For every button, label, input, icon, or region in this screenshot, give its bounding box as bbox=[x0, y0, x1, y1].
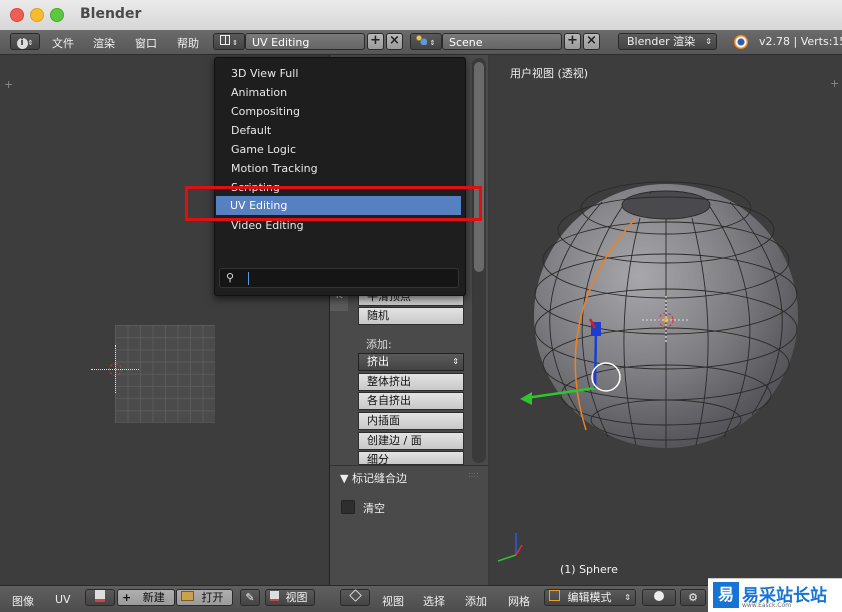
image-icon bbox=[270, 591, 279, 601]
view-mode-label: 视图 bbox=[285, 591, 308, 604]
mark-seam-panel: ▼ 标记缝合边 :::: 清空 bbox=[330, 465, 488, 586]
clear-checkbox[interactable] bbox=[341, 500, 355, 514]
updown-arrows-icon: ⇕ bbox=[452, 357, 459, 366]
folder-icon bbox=[181, 591, 194, 601]
image-icon bbox=[95, 590, 105, 602]
layout-grid-icon bbox=[219, 35, 230, 45]
layout-option-compositing[interactable]: Compositing bbox=[231, 105, 300, 118]
menu-uv[interactable]: UV bbox=[55, 593, 71, 606]
menu-render[interactable]: 渲染 bbox=[93, 35, 115, 51]
add-section-label: 添加: bbox=[366, 338, 392, 351]
screen-layout-browse-button[interactable]: ⇕ bbox=[213, 33, 245, 50]
render-engine-label: Blender 渲染 bbox=[627, 35, 696, 48]
screen-layout-dropdown: 3D View Full Animation Compositing Defau… bbox=[214, 57, 466, 296]
menu-window[interactable]: 窗口 bbox=[135, 35, 157, 51]
delete-layout-button[interactable]: × bbox=[386, 33, 403, 50]
minimize-window-button[interactable] bbox=[30, 8, 44, 22]
plus-icon: + bbox=[122, 591, 132, 604]
new-image-button[interactable]: + 新建 bbox=[117, 589, 175, 606]
layout-option-animation[interactable]: Animation bbox=[231, 86, 287, 99]
mark-seam-panel-title[interactable]: ▼ 标记缝合边 bbox=[340, 470, 407, 486]
menu-add[interactable]: 添加 bbox=[465, 593, 487, 609]
close-window-button[interactable] bbox=[10, 8, 24, 22]
close-icon: × bbox=[586, 33, 597, 48]
layout-search-input[interactable]: ⚲ bbox=[219, 268, 459, 288]
watermark: 易 易采站长站 www.Easck.Com bbox=[708, 578, 842, 612]
editor-type-info-button[interactable]: i ⇕ bbox=[10, 33, 40, 50]
menu-mesh[interactable]: 网格 bbox=[508, 593, 530, 609]
scene-icon bbox=[416, 35, 428, 45]
text-caret bbox=[248, 272, 249, 285]
make-edge-face-button[interactable]: 创建边 / 面 bbox=[358, 432, 464, 450]
image-browse-button[interactable] bbox=[85, 589, 115, 606]
menu-help[interactable]: 帮助 bbox=[177, 35, 199, 51]
version-stats: v2.78 | Verts:15 bbox=[759, 35, 842, 48]
extrude-individual-button[interactable]: 各自挤出 bbox=[358, 392, 464, 410]
delete-scene-button[interactable]: × bbox=[583, 33, 600, 50]
open-image-label: 打开 bbox=[201, 591, 224, 604]
randomize-button[interactable]: 随机 bbox=[358, 307, 464, 325]
render-engine-select[interactable]: Blender 渲染 ⇕ bbox=[618, 33, 717, 50]
extrude-region-button[interactable]: 整体挤出 bbox=[358, 373, 464, 391]
annotation-highlight-box bbox=[185, 186, 482, 221]
2d-cursor-icon bbox=[91, 345, 139, 393]
scene-field[interactable]: Scene bbox=[442, 33, 562, 50]
3d-viewport[interactable]: 用户视图 (透视) + (1) Sphere bbox=[490, 55, 842, 585]
open-image-button[interactable]: 打开 bbox=[176, 589, 233, 606]
pin-button[interactable]: ✎ bbox=[240, 589, 260, 606]
pin-icon: ✎ bbox=[245, 591, 255, 604]
axis-gizmo-icon bbox=[497, 533, 523, 562]
plus-icon: + bbox=[567, 33, 578, 48]
window-title: Blender bbox=[80, 6, 142, 22]
menu-select[interactable]: 选择 bbox=[423, 593, 445, 609]
close-icon: × bbox=[389, 33, 400, 48]
subdivide-button[interactable]: 细分 bbox=[358, 451, 464, 465]
extrude-select-label: 挤出 bbox=[367, 355, 389, 368]
3d-editor-type-button[interactable] bbox=[340, 589, 370, 606]
plus-icon: + bbox=[370, 33, 381, 48]
updown-arrows-icon: ⇕ bbox=[624, 593, 631, 602]
screen-layout-field[interactable]: UV Editing bbox=[245, 33, 365, 50]
info-icon: i bbox=[16, 38, 28, 49]
blender-logo-icon bbox=[734, 35, 748, 49]
view-mode-select[interactable]: 视图 bbox=[265, 589, 315, 606]
viewport-object-label: (1) Sphere bbox=[560, 563, 618, 576]
new-image-label: 新建 bbox=[142, 591, 165, 604]
updown-arrows-icon: ⇕ bbox=[705, 37, 712, 46]
layout-option-motion-tracking[interactable]: Motion Tracking bbox=[231, 162, 318, 175]
extrude-select[interactable]: 挤出 ⇕ bbox=[358, 353, 464, 371]
watermark-url: www.Easck.Com bbox=[742, 602, 792, 609]
menu-view[interactable]: 视图 bbox=[382, 593, 404, 609]
cube-icon bbox=[348, 589, 362, 602]
mode-select[interactable]: 编辑模式 ⇕ bbox=[544, 589, 636, 606]
menu-file[interactable]: 文件 bbox=[52, 35, 74, 51]
clear-checkbox-label: 清空 bbox=[363, 502, 385, 515]
area-corner-plus-icon[interactable]: + bbox=[4, 78, 13, 91]
uv-grid bbox=[115, 325, 215, 423]
layout-option-game-logic[interactable]: Game Logic bbox=[231, 143, 296, 156]
menu-image[interactable]: 图像 bbox=[12, 593, 34, 609]
drag-handle-icon[interactable]: :::: bbox=[468, 470, 479, 479]
viewport-shading-select[interactable] bbox=[642, 589, 676, 606]
pivot-icon: ⚙ bbox=[688, 591, 698, 604]
maximize-window-button[interactable] bbox=[50, 8, 64, 22]
add-scene-button[interactable]: + bbox=[564, 33, 581, 50]
search-icon: ⚲ bbox=[226, 271, 235, 284]
edit-mode-icon bbox=[549, 590, 560, 601]
tool-shelf-scroll-thumb[interactable] bbox=[474, 62, 484, 272]
window-titlebar: Blender bbox=[0, 0, 842, 31]
sphere-mesh bbox=[497, 181, 798, 562]
scene-browse-button[interactable]: ⇕ bbox=[410, 33, 442, 50]
layout-option-default[interactable]: Default bbox=[231, 124, 271, 137]
mode-label: 编辑模式 bbox=[567, 591, 612, 604]
info-header: i ⇕ 文件 渲染 窗口 帮助 ⇕ UV Editing + × ⇕ Scene … bbox=[0, 30, 842, 55]
solid-shading-icon bbox=[654, 591, 664, 601]
layout-option-3d-view-full[interactable]: 3D View Full bbox=[231, 67, 298, 80]
inset-faces-button[interactable]: 内插面 bbox=[358, 412, 464, 430]
watermark-logo: 易 bbox=[713, 582, 739, 608]
pivot-point-select[interactable]: ⚙ bbox=[680, 589, 706, 606]
add-layout-button[interactable]: + bbox=[367, 33, 384, 50]
